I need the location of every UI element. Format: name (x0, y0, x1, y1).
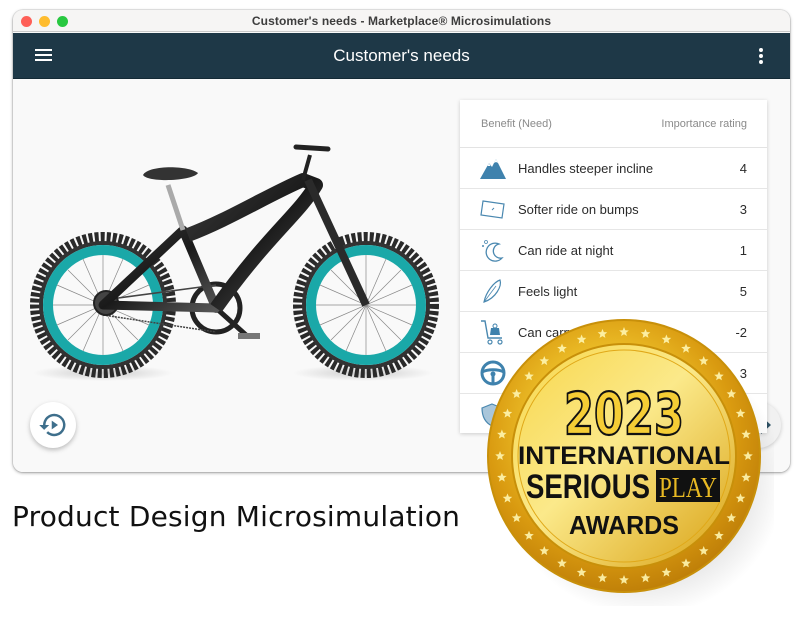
product-caption: Product Design Microsimulation (12, 500, 461, 533)
more-vertical-icon[interactable] (758, 48, 764, 66)
maximize-window-button[interactable] (57, 16, 68, 27)
table-row[interactable]: Softer ride on bumps 3 (460, 189, 767, 230)
need-label: Can ride at night (518, 242, 614, 258)
app-bar: Customer's needs (13, 33, 790, 79)
replay-icon (39, 413, 66, 437)
table-row[interactable]: Handles steeper incline 4 (460, 148, 767, 189)
window-controls (21, 16, 68, 27)
window-title: Customer's needs - Marketplace® Microsim… (251, 13, 552, 28)
table-row[interactable]: Feels light 5 (460, 271, 767, 312)
award-year: 2023 (564, 380, 684, 448)
award-line-international: INTERNATIONAL (518, 442, 730, 470)
need-label: Feels light (518, 283, 578, 299)
table-header: Benefit (Need) Importance rating (460, 100, 767, 148)
need-label: Handles steeper incline (518, 160, 654, 176)
need-label: Softer ride on bumps (518, 201, 639, 217)
table-row[interactable]: Can ride at night 1 (460, 230, 767, 271)
award-line-play: PLAY (659, 473, 717, 504)
mountain-icon (480, 153, 518, 183)
moon-stars-icon (480, 235, 518, 265)
importance-rating: 3 (739, 201, 747, 217)
minimize-window-button[interactable] (39, 16, 50, 27)
replay-button[interactable] (30, 402, 76, 448)
hamburger-menu-icon[interactable] (35, 49, 52, 63)
mountain-bike-image (30, 144, 439, 381)
benefit-column-header: Benefit (Need) (481, 117, 552, 130)
award-line-awards: AWARDS (569, 510, 679, 540)
pillow-icon (480, 194, 518, 224)
importance-rating: 1 (739, 242, 747, 258)
feather-icon (480, 276, 518, 306)
importance-rating: 5 (739, 283, 747, 299)
importance-rating: 4 (739, 160, 747, 176)
importance-column-header: Importance rating (661, 117, 747, 130)
page-title: Customer's needs (333, 45, 470, 65)
award-line-serious: SERIOUS (526, 468, 650, 506)
award-medal: 2023 INTERNATIONAL SERIOUS PLAY AWARDS (487, 319, 774, 606)
close-window-button[interactable] (21, 16, 32, 27)
title-bar: Customer's needs - Marketplace® Microsim… (13, 10, 790, 32)
